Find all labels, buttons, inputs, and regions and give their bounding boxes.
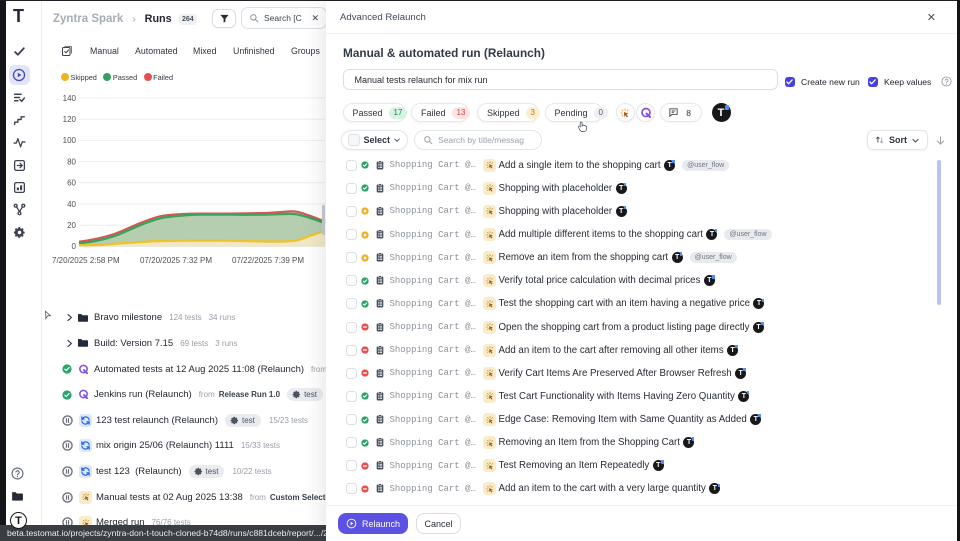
svg-text:120: 120	[63, 115, 77, 124]
svg-text:100: 100	[63, 136, 77, 145]
svg-text:20: 20	[67, 221, 76, 230]
svg-text:07/22/2025 7:39 PM: 07/22/2025 7:39 PM	[232, 256, 304, 265]
svg-text:60: 60	[67, 179, 76, 188]
svg-text:140: 140	[63, 94, 77, 103]
svg-text:07/20/2025 7:32 PM: 07/20/2025 7:32 PM	[140, 256, 212, 265]
svg-text:0: 0	[72, 242, 77, 251]
svg-text:7/20/2025 2:58 PM: 7/20/2025 2:58 PM	[52, 256, 120, 265]
svg-text:80: 80	[67, 157, 76, 166]
svg-text:40: 40	[67, 200, 76, 209]
